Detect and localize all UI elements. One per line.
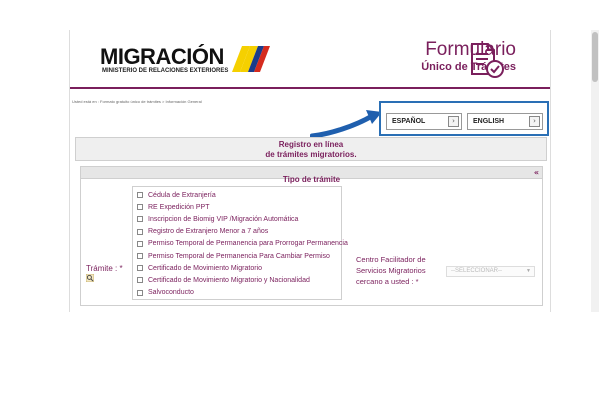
centro-label-line3: cercano a usted : * (356, 277, 419, 286)
checkbox[interactable] (137, 240, 143, 247)
spanish-label: ESPAÑOL (392, 118, 426, 125)
panel-header: Tipo de trámite « (81, 167, 542, 184)
checkbox[interactable] (137, 265, 143, 272)
magnifier-icon[interactable] (86, 274, 94, 282)
panel-title: Tipo de trámite (282, 175, 341, 184)
browser-page: MIGRACIÓN MINISTERIO DE RELACIONES EXTER… (0, 0, 600, 400)
site-header: MIGRACIÓN MINISTERIO DE RELACIONES EXTER… (70, 30, 550, 89)
form-check-icon (471, 43, 504, 78)
list-item[interactable]: Certificado de Movimiento Migratorio y N… (137, 274, 341, 286)
checkbox[interactable] (137, 192, 143, 199)
list-item[interactable]: Cédula de Extranjería (137, 189, 341, 201)
centro-label-line2: Servicios Migratorios (356, 266, 426, 275)
spanish-button[interactable]: ESPAÑOL › (386, 113, 462, 130)
page-title-line1: Registro en línea (278, 140, 344, 149)
checkbox[interactable] (137, 289, 143, 296)
list-item[interactable]: Permiso Temporal de Permanencia Para Cam… (137, 250, 341, 262)
scrollbar[interactable] (591, 30, 599, 312)
language-selector: ESPAÑOL › ENGLISH › (379, 101, 549, 136)
centro-select[interactable]: --SELECCIONAR-- ▼ (446, 266, 535, 277)
centro-label-line1: Centro Facilitador de (356, 255, 426, 264)
english-button[interactable]: ENGLISH › (467, 113, 543, 130)
tramite-label: Trámite : * (86, 264, 123, 273)
checkbox[interactable] (137, 228, 143, 235)
page-title: Registro en línea de trámites migratorio… (75, 137, 547, 161)
list-item[interactable]: Permiso Temporal de Permanencia para Pro… (137, 238, 348, 250)
checkbox[interactable] (137, 277, 143, 284)
header-divider (70, 87, 550, 89)
list-item[interactable]: RE Expedición PPT (137, 201, 341, 213)
english-label: ENGLISH (473, 118, 505, 125)
logo-subtitle: MINISTERIO DE RELACIONES EXTERIORES (102, 68, 229, 74)
breadcrumb: Usted está en : Formato gratuito único d… (72, 99, 202, 104)
scrollbar-thumb[interactable] (592, 32, 598, 82)
list-item[interactable]: Certificado de Movimiento Migratorio (137, 262, 341, 274)
tramite-checkbox-list: Cédula de Extranjería RE Expedición PPT … (132, 186, 348, 300)
list-item[interactable]: Inscripcion de Biomig VIP /Migración Aut… (137, 213, 341, 225)
list-item[interactable]: Registro de Extranjero Menor a 7 años (137, 226, 341, 238)
logo-text: MIGRACIÓN (100, 44, 224, 69)
chevron-right-icon: › (448, 116, 459, 127)
collapse-icon[interactable]: « (534, 167, 539, 179)
chevron-right-icon: › (529, 116, 540, 127)
pointer-arrow-icon (310, 110, 382, 138)
page-title-line2: de trámites migratorios. (265, 150, 357, 159)
centro-select-value: --SELECCIONAR-- (451, 268, 503, 274)
chevron-down-icon: ▼ (526, 268, 531, 274)
checkbox[interactable] (137, 204, 143, 211)
checkbox[interactable] (137, 216, 143, 223)
list-item[interactable]: Salvoconducto (137, 287, 341, 299)
centro-label: Centro Facilitador de Servicios Migrator… (356, 254, 446, 287)
flag-stripes-icon (232, 46, 270, 72)
checkbox[interactable] (137, 253, 143, 260)
migracion-logo[interactable]: MIGRACIÓN MINISTERIO DE RELACIONES EXTER… (100, 44, 270, 74)
form-page: MIGRACIÓN MINISTERIO DE RELACIONES EXTER… (69, 30, 551, 312)
